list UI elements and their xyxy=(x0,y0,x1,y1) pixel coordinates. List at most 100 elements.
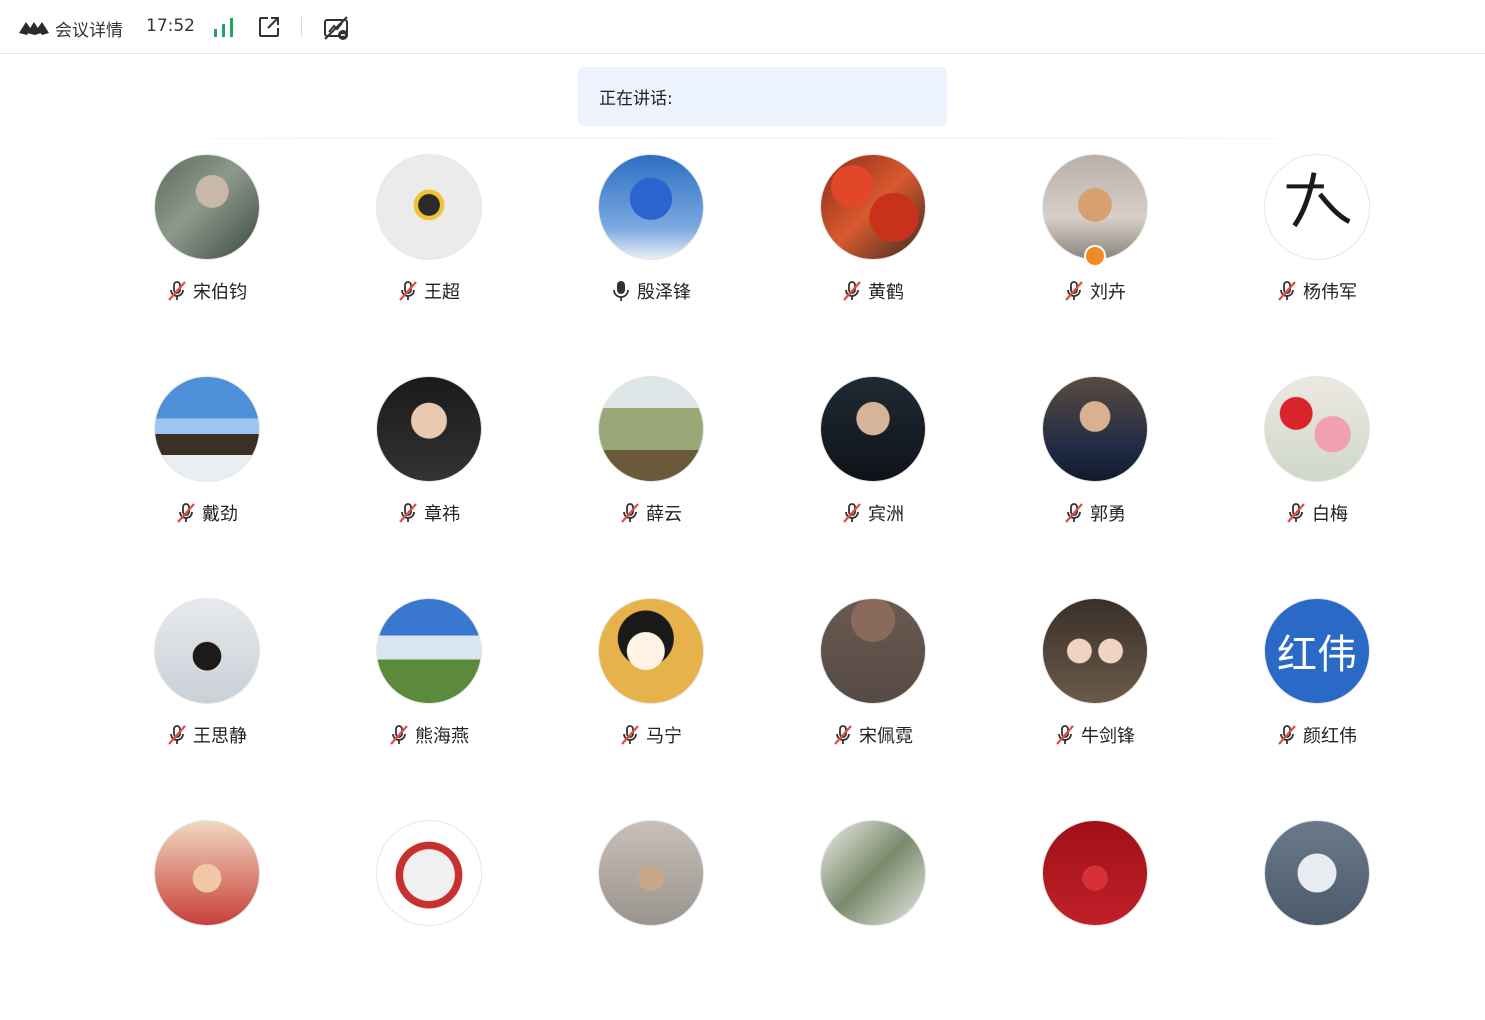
participant-name-row: 熊海燕 xyxy=(349,723,509,747)
participant-avatar: 红伟 xyxy=(1264,598,1370,704)
participant-name: 宋佩霓 xyxy=(859,726,913,747)
avatar-initials: 红伟 xyxy=(1277,632,1357,678)
participant-avatar xyxy=(1042,598,1148,704)
participant-tile[interactable]: 薛云 xyxy=(571,376,731,576)
participant-tile[interactable]: 王超 xyxy=(349,154,509,354)
participant-tile[interactable]: 郭勇 xyxy=(1015,376,1175,576)
participant-avatar xyxy=(820,154,926,260)
participant-tile[interactable]: 宋伯钧 xyxy=(127,154,287,354)
participant-avatar xyxy=(376,154,482,260)
participant-avatar xyxy=(154,598,260,704)
participant-name: 马宁 xyxy=(646,726,682,747)
participant-avatar xyxy=(598,820,704,926)
participant-name: 白梅 xyxy=(1312,504,1348,525)
participant-name: 戴劲 xyxy=(202,504,238,525)
participant-tile[interactable]: 熊海燕 xyxy=(349,598,509,798)
participant-avatar xyxy=(598,376,704,482)
participant-tile[interactable] xyxy=(1237,820,1397,1020)
mic-muted-icon xyxy=(168,281,186,301)
mic-muted-icon xyxy=(1278,725,1296,745)
participant-avatar xyxy=(154,820,260,926)
mic-muted-icon xyxy=(399,503,417,523)
participant-name: 王思静 xyxy=(193,726,247,747)
participant-name-row: 马宁 xyxy=(571,723,731,747)
participant-avatar xyxy=(820,820,926,926)
participant-avatar xyxy=(820,376,926,482)
mic-muted-icon xyxy=(834,725,852,745)
participant-avatar xyxy=(598,154,704,260)
mic-muted-icon xyxy=(1065,281,1083,301)
participant-name: 牛剑锋 xyxy=(1081,726,1135,747)
participant-tile[interactable]: 宋佩霓 xyxy=(793,598,953,798)
participant-name-row: 王思静 xyxy=(127,723,287,747)
participant-name-row: 郭勇 xyxy=(1015,501,1175,525)
mic-muted-icon xyxy=(390,725,408,745)
mic-muted-icon xyxy=(168,725,186,745)
participant-name-row: 白梅 xyxy=(1237,501,1397,525)
participant-name: 宾洲 xyxy=(868,504,904,525)
participant-name: 颜红伟 xyxy=(1303,726,1357,747)
participant-tile[interactable] xyxy=(349,820,509,1020)
participant-name: 宋伯钧 xyxy=(193,282,247,303)
participant-tile[interactable]: 马宁 xyxy=(571,598,731,798)
mic-muted-icon xyxy=(621,503,639,523)
mic-muted-icon xyxy=(1287,503,1305,523)
participant-tile[interactable] xyxy=(793,820,953,1020)
participant-avatar xyxy=(820,598,926,704)
participant-name-row: 黄鹤 xyxy=(793,279,953,303)
participant-name-row: 牛剑锋 xyxy=(1015,723,1175,747)
participant-tile[interactable] xyxy=(127,820,287,1020)
participant-name-row: 章祎 xyxy=(349,501,509,525)
participant-tile[interactable] xyxy=(571,820,731,1020)
mic-muted-icon xyxy=(843,281,861,301)
participant-avatar xyxy=(376,820,482,926)
participant-name: 殷泽锋 xyxy=(637,282,691,303)
participant-tile[interactable]: 白梅 xyxy=(1237,376,1397,576)
participant-name: 薛云 xyxy=(646,504,682,525)
participant-avatar xyxy=(376,598,482,704)
participant-avatar xyxy=(1264,820,1370,926)
participant-name: 杨伟军 xyxy=(1303,282,1357,303)
participant-tile[interactable]: 章祎 xyxy=(349,376,509,576)
participant-name-row: 殷泽锋 xyxy=(571,279,731,303)
participant-name-row: 刘卉 xyxy=(1015,279,1175,303)
participant-tile[interactable]: 牛剑锋 xyxy=(1015,598,1175,798)
participant-name-row: 宾洲 xyxy=(793,501,953,525)
participant-name-row: 杨伟军 xyxy=(1237,279,1397,303)
participant-name-row: 颜红伟 xyxy=(1237,723,1397,747)
participant-avatar xyxy=(598,598,704,704)
participant-avatar xyxy=(1264,376,1370,482)
mic-muted-icon xyxy=(1056,725,1074,745)
participant-grid: 宋伯钧 王超 殷泽锋 黄鹤 刘卉 杨伟军戴劲 章祎 薛云 宾洲 郭勇 白梅王思静 熊海燕 马宁 宋佩霓 牛剑… xyxy=(0,0,1485,926)
participant-tile[interactable]: 黄鹤 xyxy=(793,154,953,354)
participant-avatar xyxy=(376,376,482,482)
participant-avatar xyxy=(1042,820,1148,926)
participant-name: 黄鹤 xyxy=(868,282,904,303)
participant-name: 刘卉 xyxy=(1090,282,1126,303)
mic-muted-icon xyxy=(621,725,639,745)
participant-avatar xyxy=(154,154,260,260)
participant-name-row: 薛云 xyxy=(571,501,731,525)
participant-tile[interactable]: 宾洲 xyxy=(793,376,953,576)
mic-muted-icon xyxy=(843,503,861,523)
mic-muted-icon xyxy=(1278,281,1296,301)
mic-muted-icon xyxy=(399,281,417,301)
participant-tile[interactable]: 殷泽锋 xyxy=(571,154,731,354)
participant-tile[interactable]: 刘卉 xyxy=(1015,154,1175,354)
participant-name-row: 宋佩霓 xyxy=(793,723,953,747)
participant-avatar xyxy=(1042,376,1148,482)
participant-name: 章祎 xyxy=(424,504,460,525)
participant-tile[interactable]: 杨伟军 xyxy=(1237,154,1397,354)
participant-name: 郭勇 xyxy=(1090,504,1126,525)
participant-tile[interactable]: 王思静 xyxy=(127,598,287,798)
participant-tile[interactable] xyxy=(1015,820,1175,1020)
participant-tile[interactable]: 红伟颜红伟 xyxy=(1237,598,1397,798)
participant-name: 熊海燕 xyxy=(415,726,469,747)
participant-name-row: 宋伯钧 xyxy=(127,279,287,303)
participant-name: 王超 xyxy=(424,282,460,303)
participant-tile[interactable]: 戴劲 xyxy=(127,376,287,576)
user-badge-icon xyxy=(1084,245,1106,267)
participant-name-row: 王超 xyxy=(349,279,509,303)
fencing-logo-icon xyxy=(1286,172,1351,228)
participant-avatar xyxy=(1264,154,1370,260)
